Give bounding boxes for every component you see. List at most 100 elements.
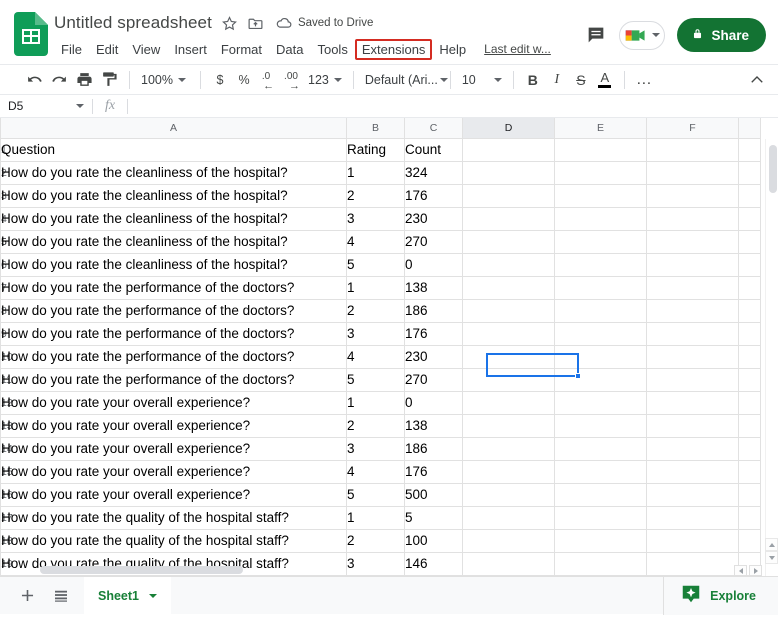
cell-a8[interactable]: How do you rate the performance of the d… [1, 299, 347, 322]
cell-f11[interactable] [647, 368, 739, 391]
cell-e2[interactable] [555, 161, 647, 184]
cell-d9[interactable] [463, 322, 555, 345]
menu-item-help[interactable]: Help [432, 39, 473, 60]
scroll-left-button[interactable] [734, 565, 747, 576]
cell-e16[interactable] [555, 483, 647, 506]
cell-g8[interactable] [739, 299, 761, 322]
cell-b11[interactable]: 5 [347, 368, 405, 391]
sheet-tab-chevron-down-icon[interactable] [149, 594, 157, 598]
cell-f6[interactable] [647, 253, 739, 276]
cell-b14[interactable]: 3 [347, 437, 405, 460]
table-row[interactable]: 4How do you rate the cleanliness of the … [1, 207, 761, 230]
cell-c2[interactable]: 324 [405, 161, 463, 184]
cell-a5[interactable]: How do you rate the cleanliness of the h… [1, 230, 347, 253]
cell-f15[interactable] [647, 460, 739, 483]
cell-d14[interactable] [463, 437, 555, 460]
menu-item-data[interactable]: Data [269, 39, 310, 60]
add-sheet-icon[interactable] [10, 579, 44, 613]
italic-button[interactable]: I [545, 68, 569, 92]
sheets-logo-icon[interactable] [14, 12, 48, 56]
cell-a9[interactable]: How do you rate the performance of the d… [1, 322, 347, 345]
menu-item-insert[interactable]: Insert [167, 39, 214, 60]
cell-a10[interactable]: How do you rate the performance of the d… [1, 345, 347, 368]
table-row[interactable]: 11How do you rate the performance of the… [1, 368, 761, 391]
cell-c8[interactable]: 186 [405, 299, 463, 322]
cell-e14[interactable] [555, 437, 647, 460]
comment-icon[interactable] [585, 24, 607, 46]
menu-item-format[interactable]: Format [214, 39, 269, 60]
formula-input[interactable] [128, 95, 778, 117]
cell-d5[interactable] [463, 230, 555, 253]
cell-e3[interactable] [555, 184, 647, 207]
menu-item-file[interactable]: File [54, 39, 89, 60]
cell-e4[interactable] [555, 207, 647, 230]
cell-d15[interactable] [463, 460, 555, 483]
cell-e17[interactable] [555, 506, 647, 529]
cell-f17[interactable] [647, 506, 739, 529]
move-to-folder-icon[interactable] [247, 15, 264, 32]
strikethrough-button[interactable]: S [569, 68, 593, 92]
cell-g10[interactable] [739, 345, 761, 368]
cell-d6[interactable] [463, 253, 555, 276]
cell-c12[interactable]: 0 [405, 391, 463, 414]
cell-a4[interactable]: How do you rate the cleanliness of the h… [1, 207, 347, 230]
cell-e6[interactable] [555, 253, 647, 276]
cell-c14[interactable]: 186 [405, 437, 463, 460]
table-row[interactable]: 6How do you rate the cleanliness of the … [1, 253, 761, 276]
cell-d17[interactable] [463, 506, 555, 529]
cell-b12[interactable]: 1 [347, 391, 405, 414]
paint-format-icon[interactable] [97, 68, 122, 92]
table-row[interactable]: 12How do you rate your overall experienc… [1, 391, 761, 414]
chevron-up-icon[interactable] [744, 68, 770, 92]
cell-b16[interactable]: 5 [347, 483, 405, 506]
cell-f9[interactable] [647, 322, 739, 345]
cell-c3[interactable]: 176 [405, 184, 463, 207]
cell-a7[interactable]: How do you rate the performance of the d… [1, 276, 347, 299]
increase-decimal-button[interactable]: .00 → [280, 68, 304, 92]
cell-g6[interactable] [739, 253, 761, 276]
star-icon[interactable] [221, 15, 238, 32]
cell-b18[interactable]: 2 [347, 529, 405, 552]
horizontal-scroll-thumb[interactable] [40, 566, 243, 574]
cell-g18[interactable] [739, 529, 761, 552]
all-sheets-icon[interactable] [44, 579, 78, 613]
column-header-f[interactable]: F [647, 118, 739, 138]
cell-a13[interactable]: How do you rate your overall experience? [1, 414, 347, 437]
table-row[interactable]: 18How do you rate the quality of the hos… [1, 529, 761, 552]
cell-g17[interactable] [739, 506, 761, 529]
column-header-c[interactable]: C [405, 118, 463, 138]
cell-c11[interactable]: 270 [405, 368, 463, 391]
text-color-button[interactable]: A [593, 68, 617, 92]
cell-b3[interactable]: 2 [347, 184, 405, 207]
cell-e10[interactable] [555, 345, 647, 368]
page-title[interactable]: Untitled spreadsheet [54, 13, 212, 33]
cell-a1[interactable]: Question [1, 138, 347, 161]
cell-d10[interactable] [463, 345, 555, 368]
table-row[interactable]: 10How do you rate the performance of the… [1, 345, 761, 368]
cell-g12[interactable] [739, 391, 761, 414]
sheet-tab-sheet1[interactable]: Sheet1 [84, 577, 171, 615]
last-edit-link[interactable]: Last edit w... [484, 42, 551, 56]
cell-g16[interactable] [739, 483, 761, 506]
cell-g3[interactable] [739, 184, 761, 207]
currency-format-button[interactable]: $ [208, 68, 232, 92]
cell-d16[interactable] [463, 483, 555, 506]
google-meet-icon[interactable] [619, 21, 665, 50]
cell-d18[interactable] [463, 529, 555, 552]
cell-b2[interactable]: 1 [347, 161, 405, 184]
table-row[interactable]: 13How do you rate your overall experienc… [1, 414, 761, 437]
cell-c1[interactable]: Count [405, 138, 463, 161]
share-button[interactable]: Share [677, 18, 766, 52]
cell-e5[interactable] [555, 230, 647, 253]
table-row[interactable]: 5How do you rate the cleanliness of the … [1, 230, 761, 253]
cell-d11[interactable] [463, 368, 555, 391]
zoom-select[interactable]: 100% [137, 68, 193, 92]
table-row[interactable]: 16How do you rate your overall experienc… [1, 483, 761, 506]
cell-b7[interactable]: 1 [347, 276, 405, 299]
cell-d1[interactable] [463, 138, 555, 161]
cell-d13[interactable] [463, 414, 555, 437]
column-header-a[interactable]: A [1, 118, 347, 138]
cell-g13[interactable] [739, 414, 761, 437]
cell-d7[interactable] [463, 276, 555, 299]
cell-c13[interactable]: 138 [405, 414, 463, 437]
